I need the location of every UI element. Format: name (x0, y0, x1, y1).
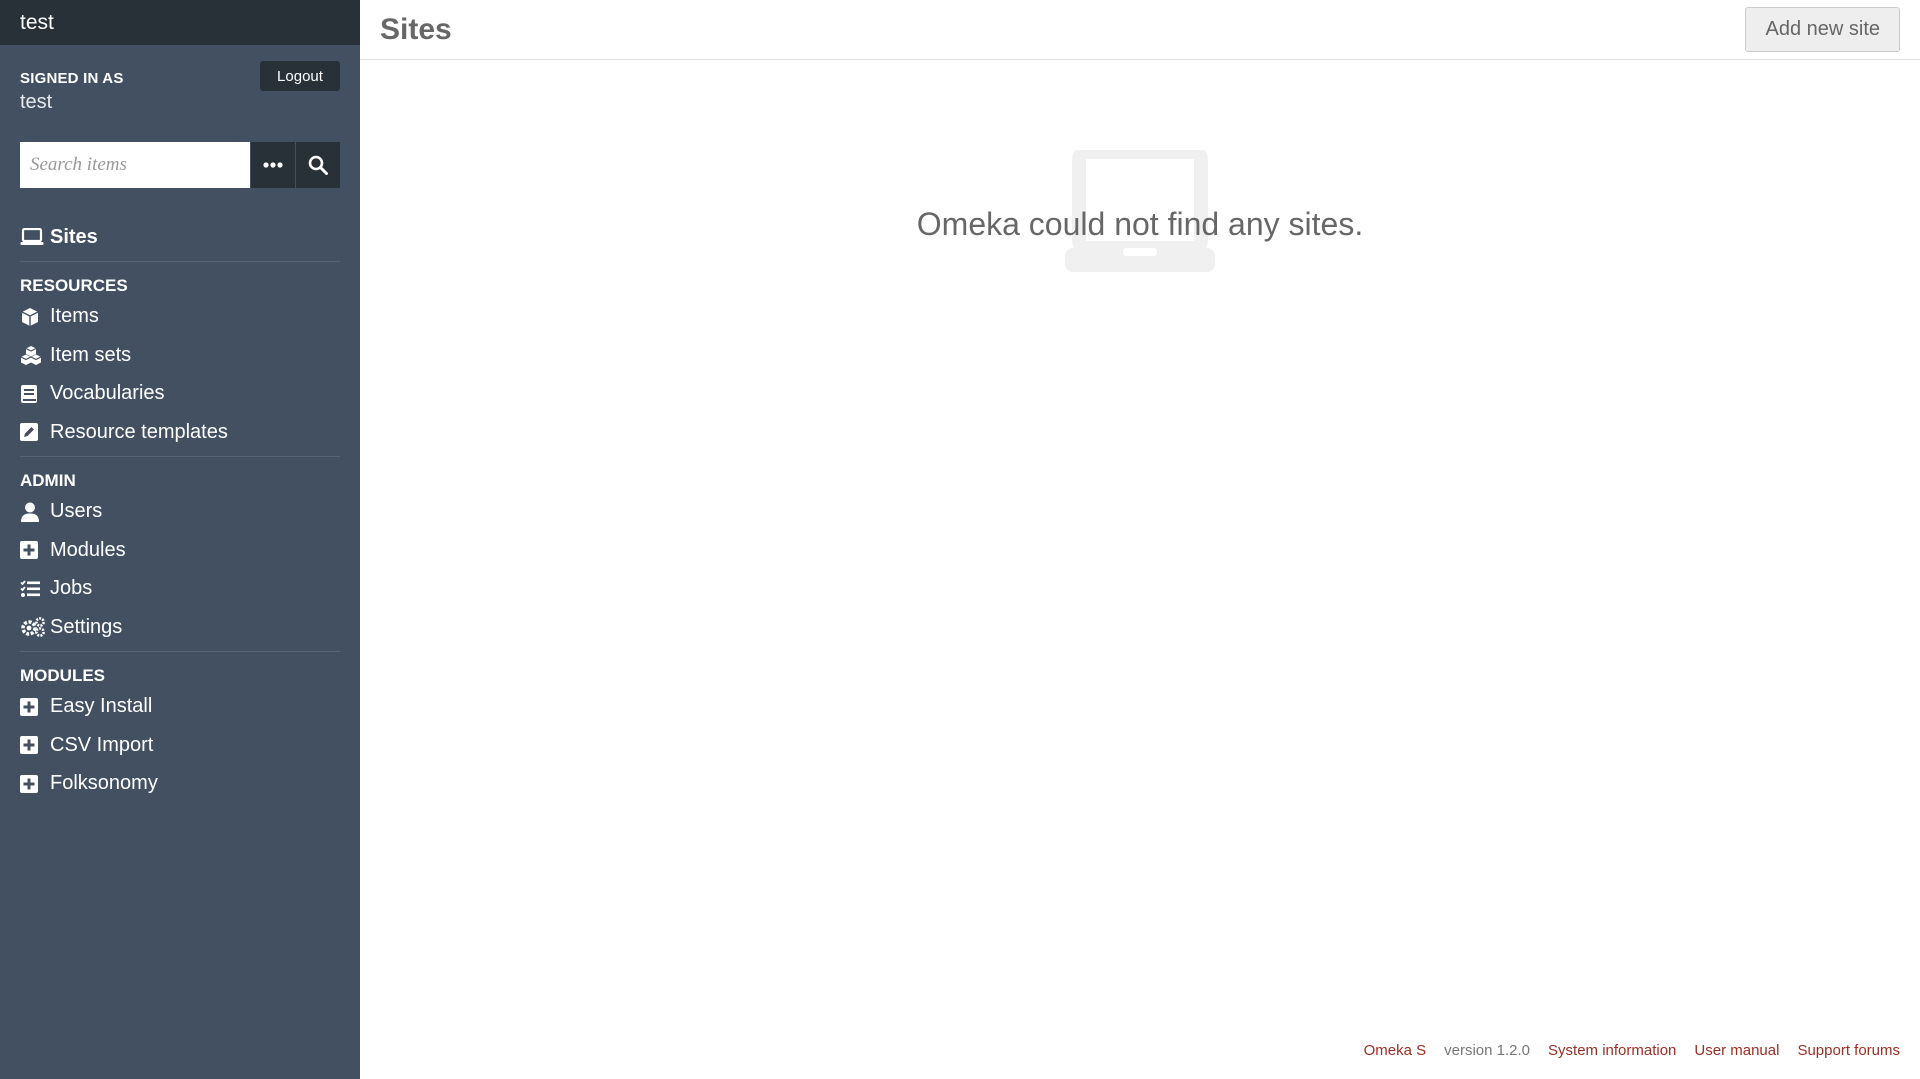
search-form (20, 142, 340, 188)
sidebar-item-csv-import[interactable]: CSV Import (20, 726, 340, 765)
sidebar-item-label: Jobs (50, 577, 93, 600)
sidebar-item-label: Easy Install (50, 695, 153, 718)
footer: Omeka S version 1.2.0 System information… (1364, 1042, 1900, 1059)
sidebar-item-label: CSV Import (50, 733, 154, 756)
sidebar-item-item-sets[interactable]: Item sets (20, 336, 340, 375)
search-icon (308, 155, 328, 175)
sidebar-item-label: Resource templates (50, 420, 228, 443)
sidebar-item-label: Sites (50, 225, 98, 248)
sidebar-item-label: Vocabularies (50, 382, 165, 405)
plus-square-icon (20, 541, 50, 560)
signed-in-user[interactable]: test (20, 91, 340, 114)
sidebar-item-resource-templates[interactable]: Resource templates (20, 413, 340, 452)
sidebar: test Signed in as test Logout (0, 0, 360, 1079)
sidebar-item-users[interactable]: Users (20, 493, 340, 532)
sidebar-item-items[interactable]: Items (20, 298, 340, 337)
laptop-icon (20, 228, 50, 246)
sidebar-item-label: Settings (50, 615, 123, 638)
sidebar-item-modules[interactable]: Modules (20, 531, 340, 570)
sidebar-item-label: Item sets (50, 343, 132, 366)
logout-button[interactable]: Logout (260, 61, 340, 91)
cubes-icon (20, 345, 50, 366)
sidebar-item-label: Modules (50, 538, 126, 561)
sidebar-item-label: Items (50, 305, 99, 328)
sidebar-item-label: Users (50, 500, 103, 523)
page-header: Sites Add new site (360, 0, 1920, 60)
sidebar-item-vocabularies[interactable]: Vocabularies (20, 375, 340, 414)
sidebar-item-folksonomy[interactable]: Folksonomy (20, 765, 340, 804)
sidebar-nav: Sites Resources Items Item s (20, 218, 340, 803)
cogs-icon (20, 617, 50, 638)
footer-support-forums-link[interactable]: Support forums (1797, 1042, 1900, 1059)
resources-heading: Resources (20, 275, 128, 295)
footer-product-link[interactable]: Omeka S (1364, 1042, 1427, 1059)
search-submit-button[interactable] (296, 142, 340, 188)
tasks-icon (20, 580, 50, 598)
sidebar-item-easy-install[interactable]: Easy Install (20, 688, 340, 727)
plus-square-icon (20, 774, 50, 793)
footer-system-information-link[interactable]: System information (1548, 1042, 1676, 1059)
sidebar-item-sites[interactable]: Sites (20, 218, 340, 257)
main-content: Sites Add new site Omeka could not find … (360, 0, 1920, 1079)
advanced-search-button[interactable] (251, 142, 295, 188)
empty-message: Omeka could not find any sites. (916, 206, 1364, 242)
sidebar-item-label: Folksonomy (50, 772, 158, 795)
search-input[interactable] (20, 142, 250, 188)
cube-icon (20, 307, 50, 327)
book-icon (20, 384, 50, 404)
modules-heading: Modules (20, 665, 105, 685)
nav-divider (20, 650, 340, 652)
footer-user-manual-link[interactable]: User manual (1694, 1042, 1779, 1059)
ellipsis-icon (263, 162, 283, 168)
nav-divider (20, 260, 340, 262)
footer-version: version 1.2.0 (1444, 1042, 1531, 1059)
site-name[interactable]: test (20, 11, 54, 35)
plus-square-icon (20, 736, 50, 755)
page-title: Sites (380, 12, 452, 46)
empty-state: Omeka could not find any sites. (360, 150, 1920, 275)
user-icon (20, 502, 50, 522)
nav-divider (20, 455, 340, 457)
plus-square-icon (20, 697, 50, 716)
sidebar-item-jobs[interactable]: Jobs (20, 570, 340, 609)
sidebar-item-settings[interactable]: Settings (20, 608, 340, 647)
edit-icon (20, 423, 50, 442)
admin-heading: Admin (20, 470, 76, 490)
add-new-site-button[interactable]: Add new site (1745, 7, 1900, 52)
site-name-bar[interactable]: test (0, 0, 360, 45)
